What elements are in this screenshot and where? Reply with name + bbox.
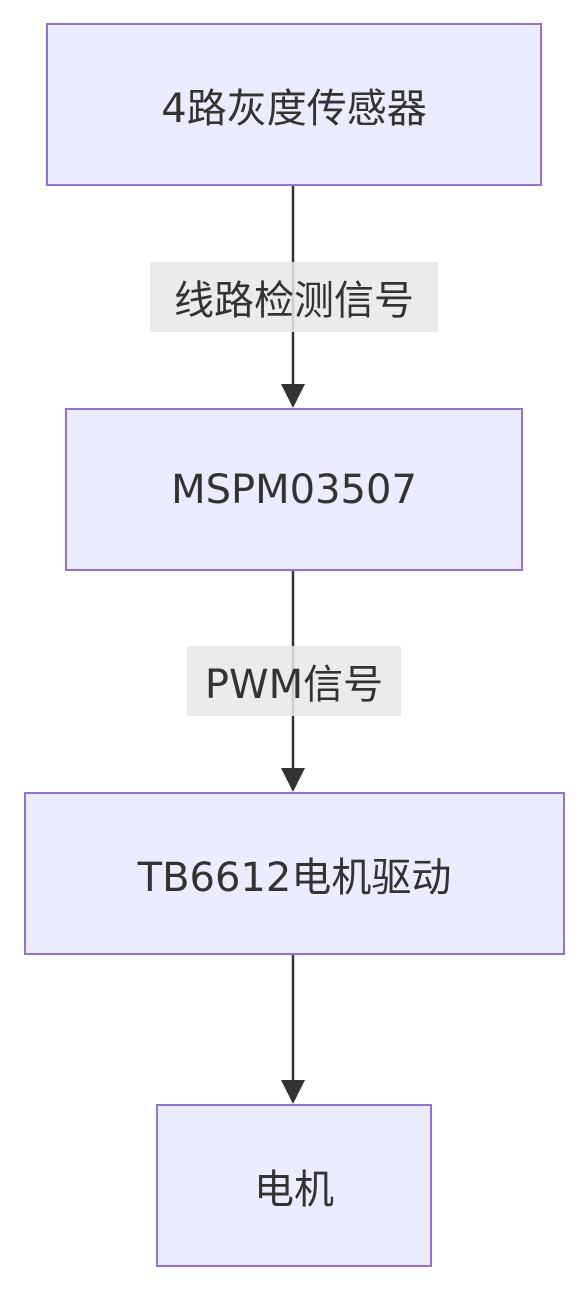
edge-driver-to-motor	[281, 955, 305, 1104]
node-label: 电机	[254, 1166, 334, 1213]
node-label: MSPM03507	[171, 466, 417, 513]
node-label: 4路灰度传感器	[161, 85, 427, 132]
node-gray-sensor: 4路灰度传感器	[46, 23, 542, 186]
edge-label-line-detect: 线路检测信号	[150, 262, 438, 332]
node-label: TB6612电机驱动	[137, 854, 452, 901]
edges-layer	[281, 186, 305, 1104]
node-motor: 电机	[156, 1104, 432, 1267]
edge-label-pwm: PWM信号	[187, 646, 401, 716]
edge-label-text: PWM信号	[204, 662, 384, 708]
node-motor-driver: TB6612电机驱动	[24, 792, 565, 955]
edge-label-text: 线路检测信号	[174, 278, 414, 324]
node-mcu: MSPM03507	[65, 408, 523, 571]
